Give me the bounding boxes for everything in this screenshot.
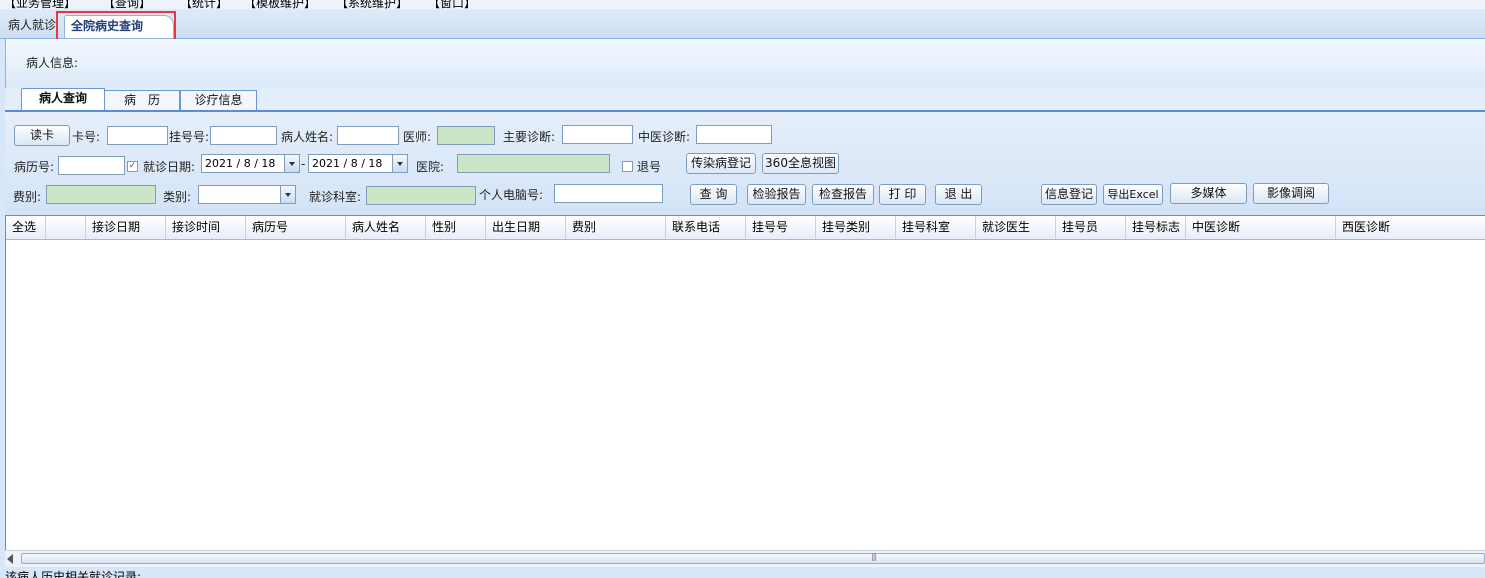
hospital-input[interactable] xyxy=(457,154,610,173)
multimedia-button[interactable]: 多媒体 xyxy=(1170,183,1247,204)
menu-window[interactable]: 【窗口】 xyxy=(428,0,476,9)
date-separator: - xyxy=(301,157,306,171)
col-birth-date[interactable]: 出生日期 xyxy=(486,216,566,239)
col-western-diag[interactable]: 西医诊断 xyxy=(1336,216,1485,239)
col-blank xyxy=(46,216,86,239)
col-visit-time[interactable]: 接诊时间 xyxy=(166,216,246,239)
menu-stats[interactable]: 【统计】 xyxy=(180,0,228,9)
patient-name-label: 病人姓名: xyxy=(281,130,334,144)
lab-report-button[interactable]: 检验报告 xyxy=(747,184,806,205)
info-register-button[interactable]: 信息登记 xyxy=(1041,184,1097,205)
card-no-input[interactable] xyxy=(107,126,168,145)
record-no-input[interactable] xyxy=(58,156,125,175)
tab-patient-query[interactable]: 病人查询 xyxy=(21,88,105,110)
date-from-value: 2021 / 8 / 18 xyxy=(205,157,276,170)
col-reg-no[interactable]: 挂号号 xyxy=(746,216,816,239)
record-no-label: 病历号: xyxy=(14,160,55,174)
grid-header: 全选 接诊日期 接诊时间 病历号 病人姓名 性别 出生日期 费别 联系电话 挂号… xyxy=(6,216,1485,240)
menu-query[interactable]: 【查询】 xyxy=(103,0,151,9)
image-view-button[interactable]: 影像调阅 xyxy=(1253,183,1329,204)
exit-button[interactable]: 退 出 xyxy=(935,184,982,205)
exam-report-button[interactable]: 检查报告 xyxy=(812,184,874,205)
pc-no-label: 个人电脑号: xyxy=(479,188,544,202)
category-select[interactable] xyxy=(198,185,296,204)
chevron-down-icon[interactable] xyxy=(284,155,299,172)
tcm-diag-input[interactable] xyxy=(696,125,772,144)
document-tab-strip: 病人就诊 全院病史查询 xyxy=(0,9,1485,39)
tab-treatment-info[interactable]: 诊疗信息 xyxy=(180,90,257,110)
grip-icon: ||| xyxy=(871,552,877,561)
dept-label: 就诊科室: xyxy=(309,190,362,204)
read-card-button[interactable]: 读卡 xyxy=(14,125,70,146)
dept-input[interactable] xyxy=(366,186,476,205)
menu-template[interactable]: 【模板维护】 xyxy=(244,0,316,9)
visit-date-checkbox[interactable]: ✓ xyxy=(127,161,138,172)
col-record-no[interactable]: 病历号 xyxy=(246,216,346,239)
date-from-picker[interactable]: 2021 / 8 / 18 xyxy=(201,154,300,173)
card-no-label: 卡号: xyxy=(72,130,101,144)
doctor-input[interactable] xyxy=(437,126,495,145)
infectious-register-button[interactable]: 传染病登记 xyxy=(686,153,756,174)
col-reg-flag[interactable]: 挂号标志 xyxy=(1126,216,1186,239)
tcm-diag-label: 中医诊断: xyxy=(638,130,691,144)
date-to-picker[interactable]: 2021 / 8 / 18 xyxy=(308,154,408,173)
col-patient-name[interactable]: 病人姓名 xyxy=(346,216,426,239)
patient-info-panel: 病人信息: xyxy=(5,39,1485,88)
print-button[interactable]: 打 印 xyxy=(879,184,926,205)
col-tcm-diag[interactable]: 中医诊断 xyxy=(1186,216,1336,239)
main-diag-input[interactable] xyxy=(562,125,633,144)
tab-medical-record[interactable]: 病 历 xyxy=(104,90,180,110)
fee-type-label: 费别: xyxy=(13,190,42,204)
col-phone[interactable]: 联系电话 xyxy=(666,216,746,239)
fee-type-input[interactable] xyxy=(46,185,156,204)
patient-info-label: 病人信息: xyxy=(26,56,79,70)
col-registrar[interactable]: 挂号员 xyxy=(1056,216,1126,239)
main-diag-label: 主要诊断: xyxy=(503,130,556,144)
export-excel-button[interactable]: 导出Excel xyxy=(1103,184,1163,205)
menu-system[interactable]: 【系统维护】 xyxy=(336,0,408,9)
pc-no-input[interactable] xyxy=(554,184,663,203)
menu-bar: 【业务管理】 【查询】 【统计】 【模板维护】 【系统维护】 【窗口】 xyxy=(0,0,1485,9)
date-to-value: 2021 / 8 / 18 xyxy=(312,157,383,170)
scroll-left-icon[interactable] xyxy=(7,554,13,564)
status-line: 该病人历史相关就诊记录: xyxy=(5,566,1485,578)
reg-no-input[interactable] xyxy=(210,126,277,145)
col-reg-dept[interactable]: 挂号科室 xyxy=(896,216,976,239)
col-select-all[interactable]: 全选 xyxy=(6,216,46,239)
reg-no-label: 挂号号: xyxy=(169,130,210,144)
search-form: 读卡 卡号: 挂号号: 病人姓名: 医师: 主要诊断: 中医诊断: 病历号: ✓… xyxy=(5,112,1485,215)
doctor-label: 医师: xyxy=(403,130,432,144)
view-360-button[interactable]: 360全息视图 xyxy=(762,153,839,174)
col-visit-date[interactable]: 接诊日期 xyxy=(86,216,166,239)
chevron-down-icon[interactable] xyxy=(392,155,407,172)
category-label: 类别: xyxy=(163,190,192,204)
col-reg-type[interactable]: 挂号类别 xyxy=(816,216,896,239)
sub-tab-strip: 病人查询 病 历 诊疗信息 xyxy=(5,88,1485,112)
chevron-down-icon[interactable] xyxy=(280,186,295,203)
hospital-label: 医院: xyxy=(416,160,445,174)
visit-date-label: 就诊日期: xyxy=(143,160,196,174)
col-doctor[interactable]: 就诊医生 xyxy=(976,216,1056,239)
refund-label: 退号 xyxy=(637,160,662,174)
status-text: 该病人历史相关就诊记录: xyxy=(5,570,142,578)
patient-name-input[interactable] xyxy=(337,126,399,145)
query-button[interactable]: 查 询 xyxy=(690,184,737,205)
col-gender[interactable]: 性别 xyxy=(426,216,486,239)
horizontal-scrollbar[interactable]: ||| xyxy=(5,550,1485,567)
menu-business[interactable]: 【业务管理】 xyxy=(4,0,76,9)
col-fee-type[interactable]: 费别 xyxy=(566,216,666,239)
results-grid: 全选 接诊日期 接诊时间 病历号 病人姓名 性别 出生日期 费别 联系电话 挂号… xyxy=(5,215,1485,551)
refund-checkbox[interactable] xyxy=(622,161,633,172)
scrollbar-thumb[interactable] xyxy=(21,553,1485,564)
tab-patient-visit[interactable]: 病人就诊 xyxy=(2,15,62,37)
